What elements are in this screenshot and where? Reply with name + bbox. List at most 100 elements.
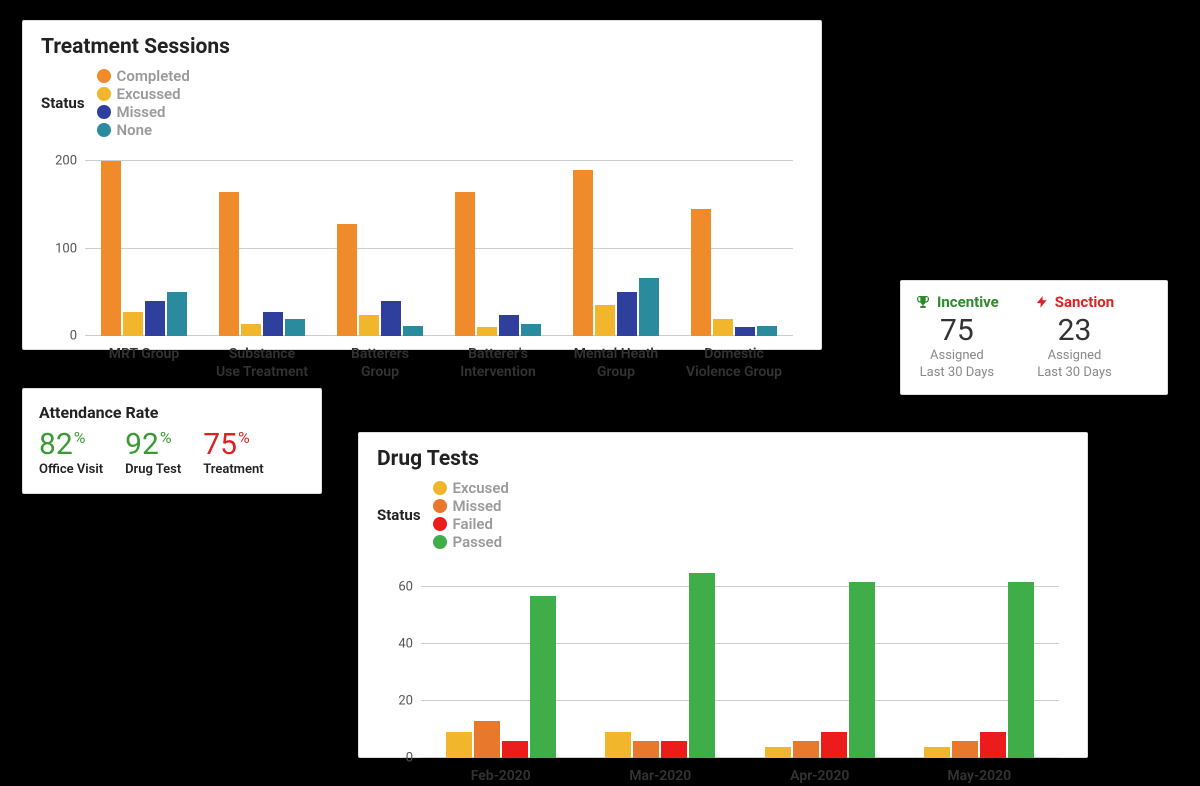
- bar: [521, 324, 541, 336]
- bar: [849, 582, 875, 758]
- attendance-rate-card: Attendance Rate 82%Office Visit 92% Drug T…: [22, 388, 322, 494]
- incentive-header: Incentive: [915, 293, 999, 311]
- bar: [661, 741, 687, 758]
- bar: [573, 170, 593, 336]
- bar: [757, 326, 777, 337]
- bar: [639, 278, 659, 336]
- bar: [595, 305, 615, 336]
- incentive-value: 75: [940, 313, 974, 348]
- legend-swatch: [433, 517, 447, 531]
- bar: [793, 741, 819, 758]
- attendance-items: 82%Office Visit92%Drug Test75%Treatment: [39, 430, 305, 477]
- bar: [530, 596, 556, 758]
- legend-swatch: [97, 87, 111, 101]
- treatment-legend-title: Status: [41, 94, 85, 112]
- legend-label: Excussed: [117, 85, 181, 103]
- attendance-title: Attendance Rate: [39, 403, 305, 422]
- bar: [691, 209, 711, 336]
- drugtests-title: Drug Tests: [377, 447, 1069, 471]
- legend-item[interactable]: Failed: [433, 515, 509, 533]
- x-tick-label: Mental Heath Group: [574, 346, 658, 381]
- y-tick-label: 60: [398, 580, 421, 595]
- bar: [1008, 582, 1034, 758]
- bar: [499, 315, 519, 336]
- y-tick-label: 40: [398, 637, 421, 652]
- bar-group: Domestic Violence Group: [675, 161, 793, 336]
- legend-label: None: [117, 121, 153, 139]
- bar: [446, 732, 472, 758]
- bar: [381, 301, 401, 336]
- drug-tests-card: Drug Tests Status Excused Missed Failed …: [358, 432, 1088, 758]
- trophy-icon: [915, 294, 931, 310]
- bolt-icon: [1035, 294, 1049, 310]
- treatment-chart: 0100200MRT GroupSubstance Use TreatmentB…: [85, 161, 793, 336]
- bar: [477, 327, 497, 336]
- x-tick-label: MRT Group: [109, 346, 179, 364]
- bar: [821, 732, 847, 758]
- attendance-item: 82%Office Visit: [39, 430, 103, 477]
- treatment-legend: Status Completed Excussed Missed None: [41, 67, 803, 139]
- incentive-label: Incentive: [937, 293, 999, 311]
- bar: [980, 732, 1006, 758]
- legend-swatch: [97, 105, 111, 119]
- drugtests-legend-title: Status: [377, 506, 421, 524]
- bar: [765, 747, 791, 758]
- x-tick-label: Substance Use Treatment: [216, 346, 308, 381]
- bar-group: Feb-2020: [421, 573, 581, 758]
- bar: [633, 741, 659, 758]
- legend-swatch: [433, 481, 447, 495]
- stat-sub: Last 30 Days: [920, 365, 994, 382]
- legend-label: Missed: [117, 103, 166, 121]
- plot-area: MRT GroupSubstance Use TreatmentBatterer…: [85, 161, 793, 336]
- x-tick-label: Batterers Group: [351, 346, 409, 381]
- legend-item[interactable]: Passed: [433, 533, 509, 551]
- x-tick-label: Feb-2020: [471, 768, 531, 786]
- legend-item[interactable]: Excussed: [97, 85, 190, 103]
- attendance-value: 75%: [203, 430, 263, 460]
- legend-swatch: [97, 69, 111, 83]
- x-tick-label: Domestic Violence Group: [686, 346, 782, 381]
- legend-label: Failed: [453, 515, 493, 533]
- bar: [219, 192, 239, 336]
- x-tick-label: Batterer's Intervention: [460, 346, 536, 381]
- y-tick-label: 200: [55, 154, 85, 169]
- bar: [617, 292, 637, 336]
- y-tick-label: 100: [55, 241, 85, 256]
- bar: [952, 741, 978, 758]
- legend-item[interactable]: None: [97, 121, 190, 139]
- stat-sub: Last 30 Days: [1037, 365, 1111, 382]
- legend-label: Passed: [453, 533, 503, 551]
- legend-item[interactable]: Missed: [433, 497, 509, 515]
- legend-label: Completed: [117, 67, 190, 85]
- incentive-stat: Incentive 75AssignedLast 30 Days: [915, 293, 999, 382]
- attendance-label: Drug Test: [125, 462, 181, 477]
- attendance-item: 92% Drug Test: [125, 430, 181, 477]
- bar-group: Apr-2020: [740, 573, 900, 758]
- legend-item[interactable]: Completed: [97, 67, 190, 85]
- legend-item[interactable]: Missed: [97, 103, 190, 121]
- bar: [285, 319, 305, 337]
- bar: [167, 292, 187, 336]
- incentive-sanction-row: Incentive75AssignedLast 30 DaysSanction2…: [915, 293, 1153, 382]
- bar-group: Substance Use Treatment: [203, 161, 321, 336]
- stat-sub: Assigned: [1048, 348, 1102, 365]
- bar: [403, 326, 423, 337]
- y-tick-label: 0: [406, 751, 421, 766]
- legend-item[interactable]: Excused: [433, 479, 509, 497]
- bar-group: May-2020: [900, 573, 1060, 758]
- stat-sub: Assigned: [930, 348, 984, 365]
- drugtests-legend: Status Excused Missed Failed Passed: [377, 479, 1069, 551]
- sanction-value: 23: [1058, 313, 1092, 348]
- x-tick-label: Mar-2020: [629, 768, 691, 786]
- legend-label: Excused: [453, 479, 509, 497]
- bar-group: Mar-2020: [581, 573, 741, 758]
- attendance-value: 82%: [39, 430, 103, 460]
- plot-area: Feb-2020Mar-2020Apr-2020May-2020: [421, 573, 1059, 758]
- bar: [713, 319, 733, 337]
- x-tick-label: Apr-2020: [790, 768, 849, 786]
- bar: [605, 732, 631, 758]
- bar: [359, 315, 379, 336]
- attendance-value: 92%: [125, 430, 181, 460]
- sanction-stat: Sanction23AssignedLast 30 Days: [1035, 293, 1114, 382]
- y-tick-label: 20: [398, 694, 421, 709]
